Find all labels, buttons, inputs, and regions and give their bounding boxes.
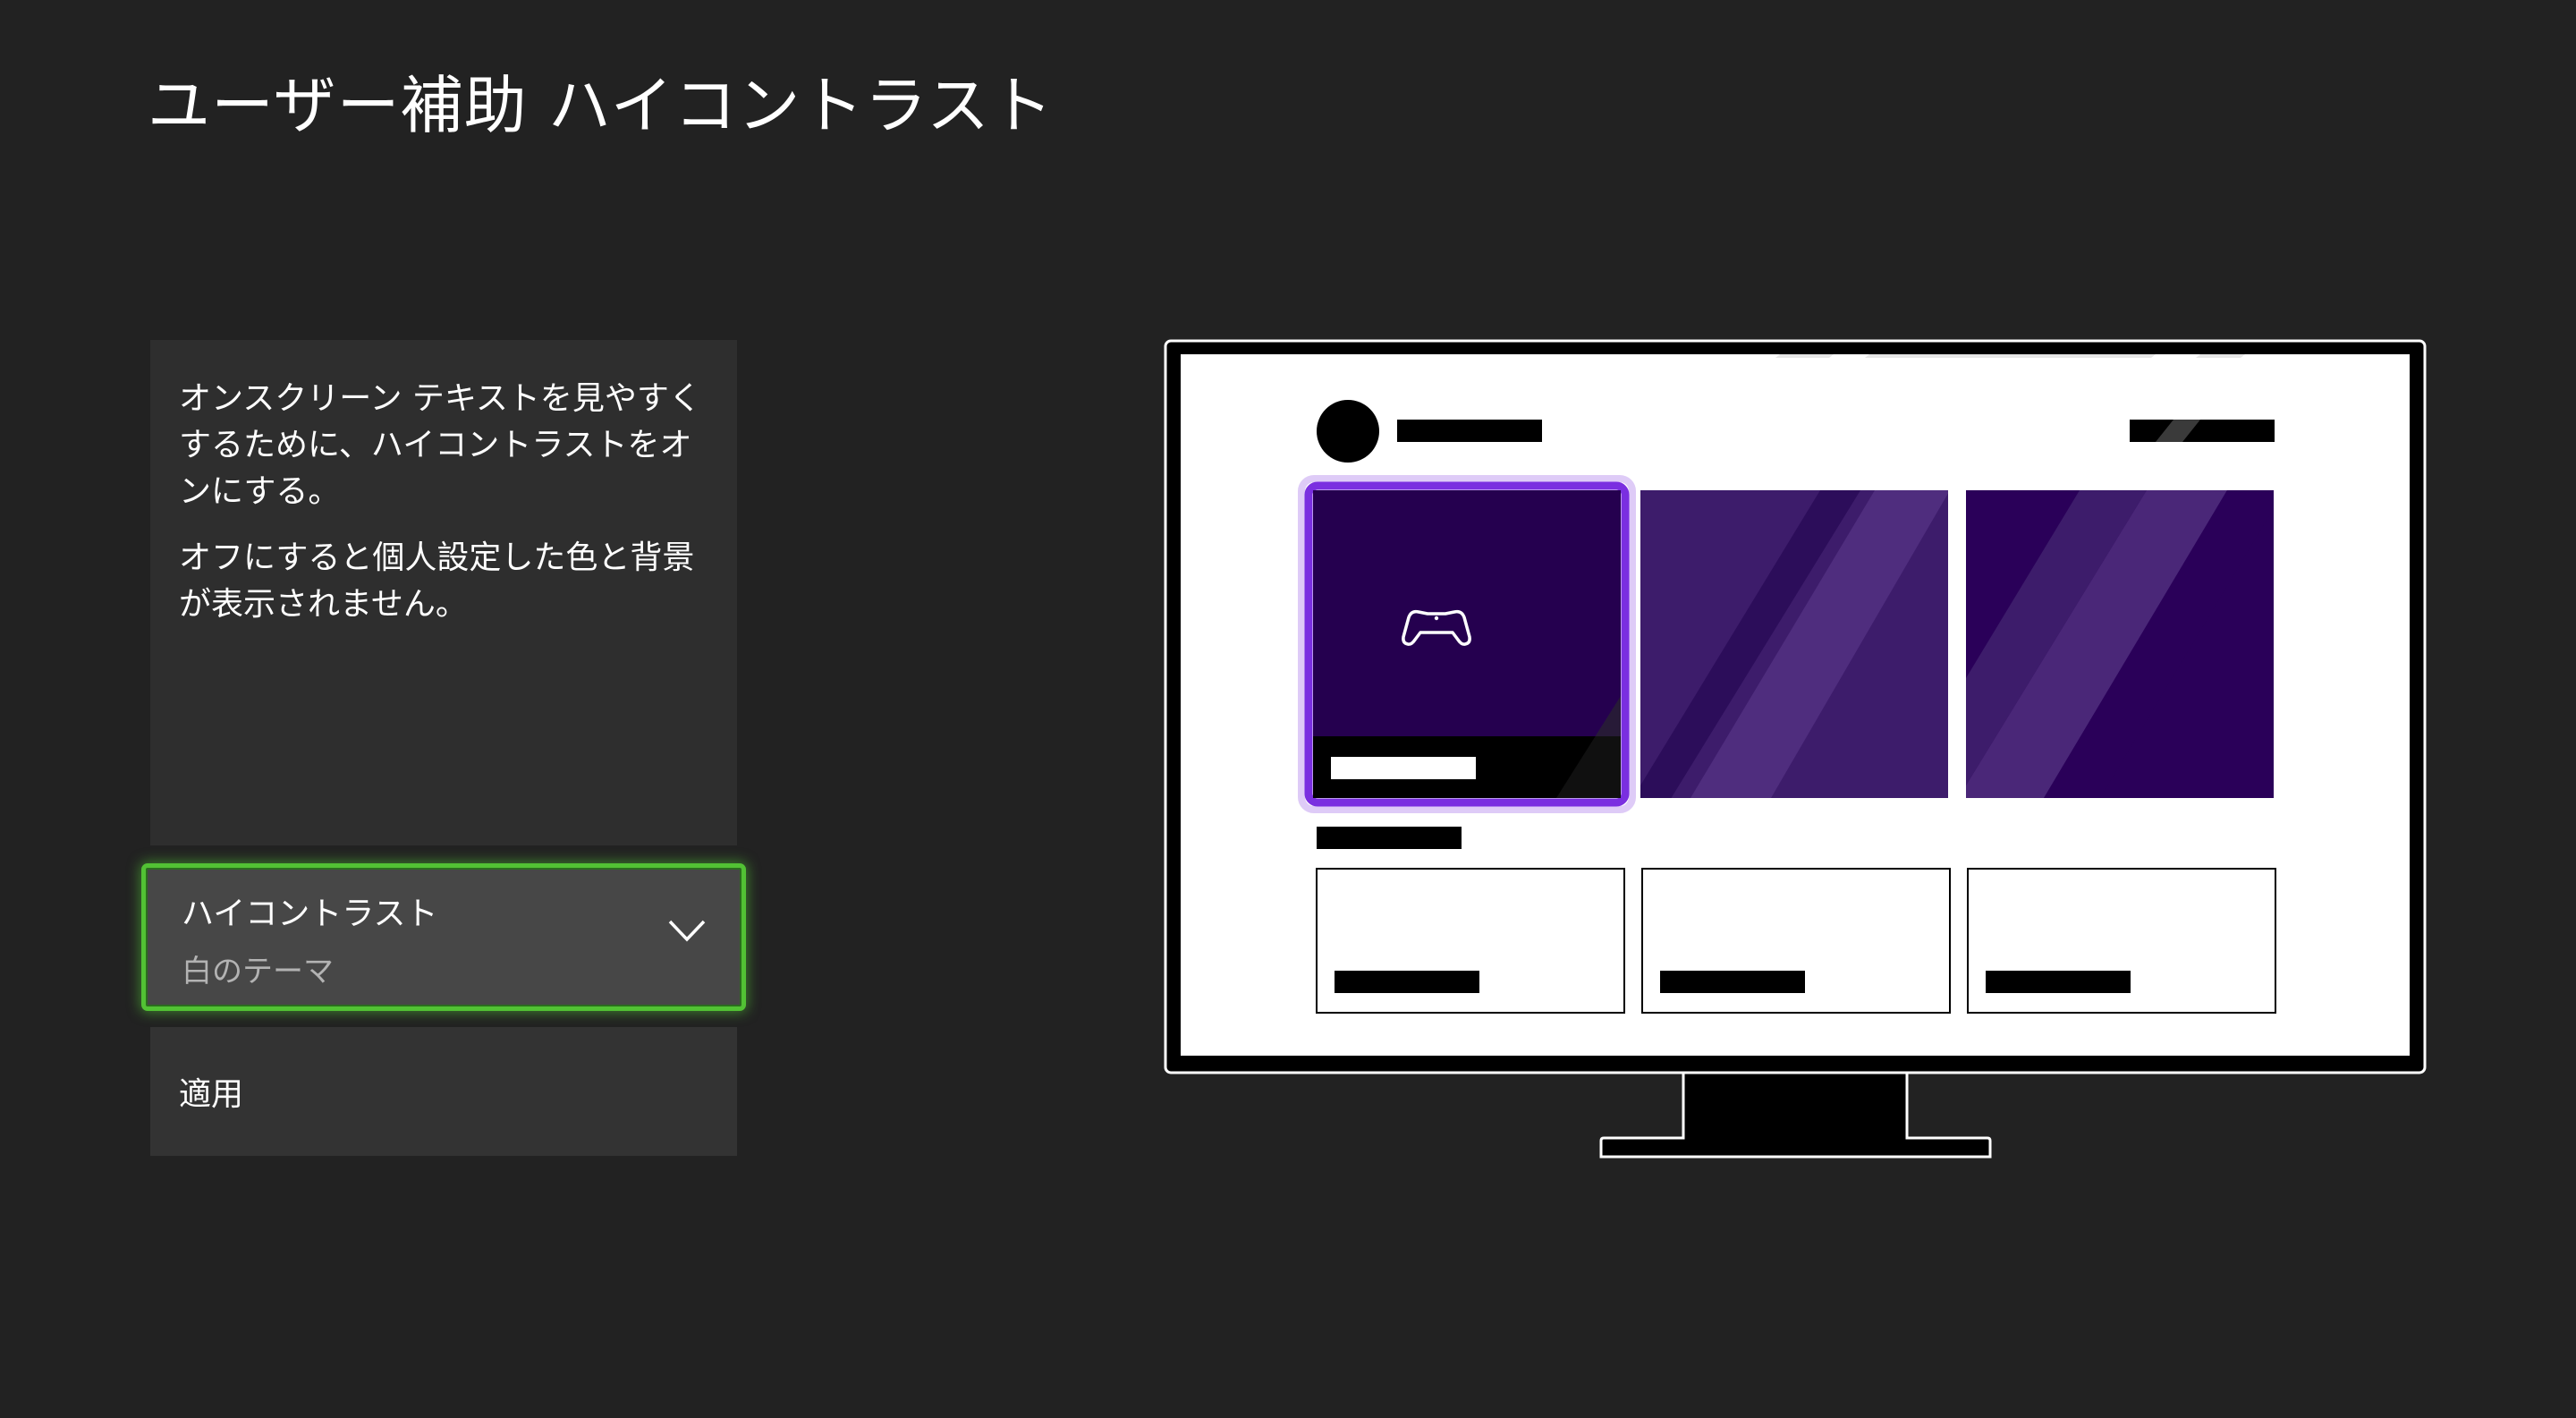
chevron-down-icon — [668, 920, 706, 942]
tv-stand — [1599, 1068, 1992, 1159]
theme-preview-illustration — [1164, 339, 2427, 1159]
dropdown-label: ハイコントラスト — [182, 896, 438, 932]
tile-1-selected — [1313, 490, 1621, 798]
description-paragraph-1: オンスクリーン テキストを見やすくするために、ハイコントラストをオンにする。 — [179, 380, 701, 510]
bottom-tile-3 — [1967, 868, 2276, 1014]
profile-avatar — [1317, 400, 1379, 463]
tile-3 — [1966, 490, 2274, 798]
high-contrast-dropdown[interactable]: ハイコントラスト 白のテーマ — [141, 863, 746, 1011]
apply-button[interactable]: 適用 — [150, 1027, 737, 1156]
profile-name-bar — [1397, 420, 1542, 442]
description-panel: オンスクリーン テキストを見やすくするために、ハイコントラストをオンにする。 オ… — [150, 340, 737, 845]
bottom-tile-1 — [1316, 868, 1625, 1014]
tile-2 — [1640, 490, 1948, 798]
description-paragraph-2: オフにすると個人設定した色と背景が表示されません。 — [179, 539, 695, 623]
page-title: ユーザー補助 ハイコントラスト — [148, 69, 1055, 142]
section-label-bar — [1317, 827, 1462, 849]
bottom-tile-2 — [1641, 868, 1951, 1014]
settings-page: ユーザー補助 ハイコントラスト オンスクリーン テキストを見やすくするために、ハ… — [0, 0, 2576, 1418]
apply-button-label: 適用 — [179, 1076, 244, 1113]
dropdown-selected-value: 白のテーマ — [182, 954, 334, 989]
header-right-bar — [2130, 420, 2275, 442]
